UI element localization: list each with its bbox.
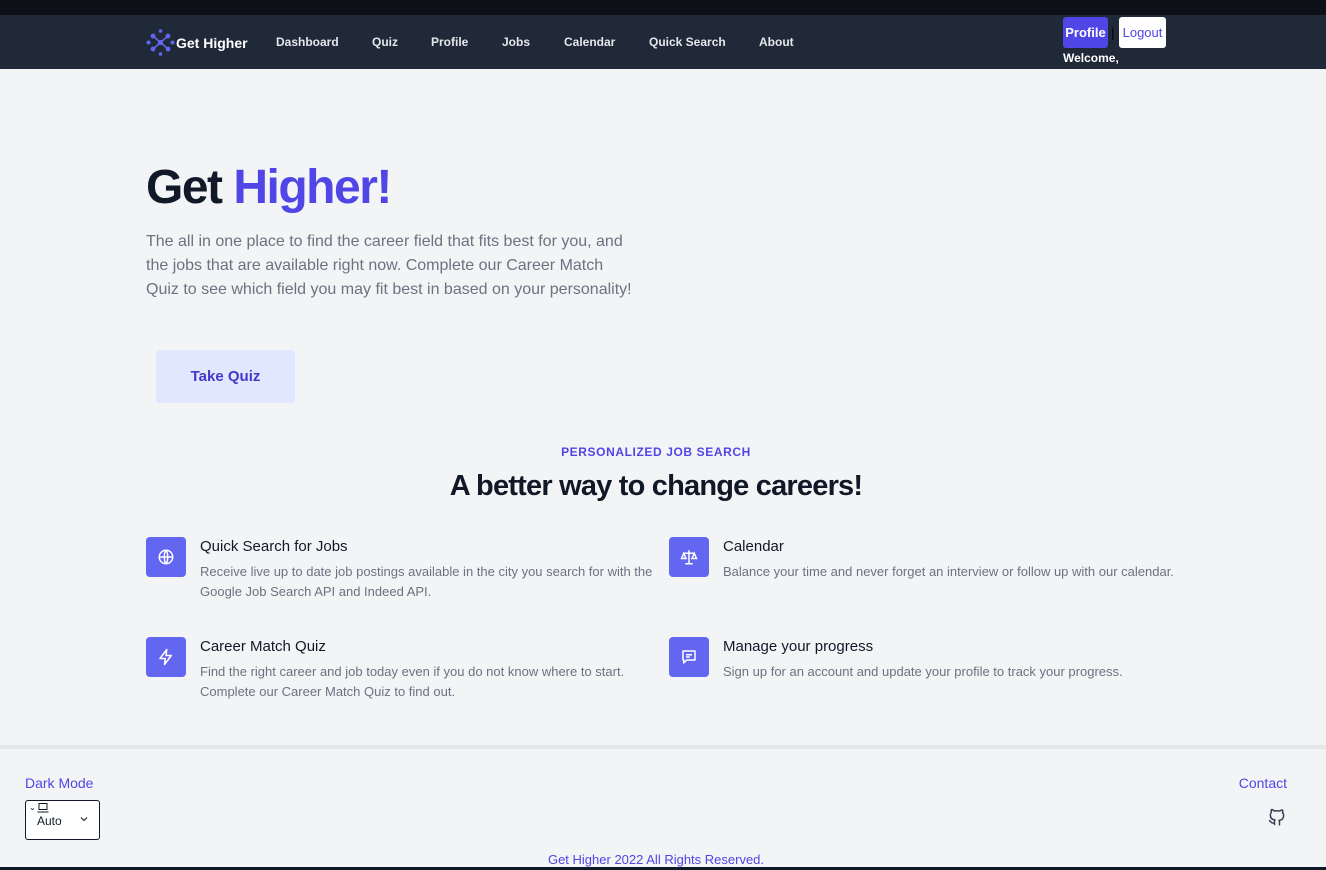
theme-mode-select[interactable]: ⌄ Auto (25, 800, 100, 840)
copyright-text: Get Higher 2022 All Rights Reserved. (547, 852, 765, 867)
hero-title-get: Get (146, 161, 223, 214)
feature-title: Calendar (723, 538, 784, 555)
nav-about[interactable]: About (759, 35, 794, 49)
laptop-icon (37, 803, 49, 813)
section-title: A better way to change careers! (449, 470, 863, 502)
hero-title: Get Higher! (146, 160, 392, 215)
nav-jobs[interactable]: Jobs (502, 35, 530, 49)
window-top-strip (0, 0, 1326, 15)
select-chevron-icon (80, 817, 88, 822)
feature-description: Find the right career and job today even… (200, 664, 625, 699)
take-quiz-button[interactable]: Take Quiz (156, 350, 295, 403)
footer: Dark Mode ⌄ Auto Contact Get Higher 2022… (0, 745, 1326, 870)
feature-description: Sign up for an account and update your p… (723, 664, 1123, 679)
theme-mode-value: Auto (37, 814, 62, 828)
nav-separator: | (1111, 25, 1115, 40)
feature-title: Quick Search for Jobs (200, 538, 348, 555)
github-icon[interactable] (1267, 807, 1287, 827)
section-kicker: PERSONALIZED JOB SEARCH (561, 445, 751, 459)
hero-description: The all in one place to find the career … (146, 233, 632, 298)
nav-quiz[interactable]: Quiz (372, 35, 398, 49)
nav-profile[interactable]: Profile (431, 35, 468, 49)
chevron-down-icon: ⌄ (29, 803, 36, 812)
dark-mode-label: Dark Mode (25, 775, 94, 791)
logout-button[interactable]: Logout (1119, 17, 1166, 48)
hero-title-higher: Higher! (233, 161, 392, 214)
scale-icon (669, 537, 709, 577)
nav-dashboard[interactable]: Dashboard (276, 35, 339, 49)
feature-title: Career Match Quiz (200, 638, 326, 655)
globe-icon (146, 537, 186, 577)
top-navbar: Get Higher Dashboard Quiz Profile Jobs C… (0, 15, 1326, 69)
feature-description: Receive live up to date job postings ava… (200, 564, 653, 599)
welcome-text: Welcome, (1063, 51, 1119, 65)
lightning-icon (146, 637, 186, 677)
feature-description: Balance your time and never forget an in… (723, 564, 1174, 579)
logo-icon (146, 29, 175, 56)
nav-calendar[interactable]: Calendar (564, 35, 615, 49)
brand-name: Get Higher (176, 34, 248, 51)
profile-button[interactable]: Profile (1063, 17, 1108, 48)
contact-link[interactable]: Contact (1239, 775, 1287, 791)
feature-title: Manage your progress (723, 638, 874, 655)
brand-link[interactable]: Get Higher (146, 28, 248, 57)
message-icon (669, 637, 709, 677)
nav-quick-search[interactable]: Quick Search (649, 35, 726, 49)
